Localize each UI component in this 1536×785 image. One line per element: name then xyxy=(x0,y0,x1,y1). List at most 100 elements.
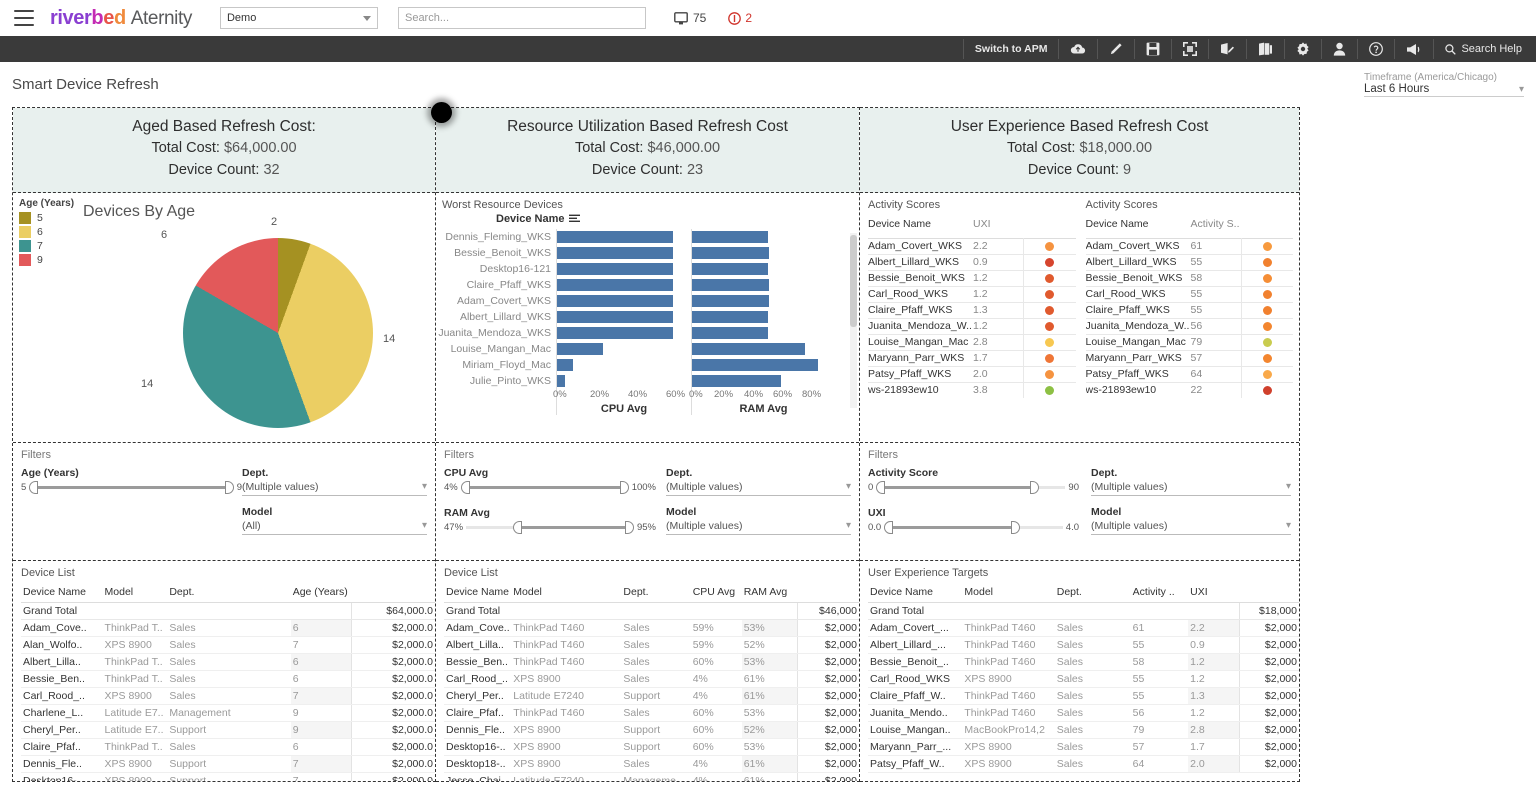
dept-dropdown[interactable]: (Multiple values) ▾ xyxy=(242,481,427,496)
model-filter[interactable]: Model (Multiple values) ▾ xyxy=(1091,506,1291,535)
table-row[interactable]: Albert_Lillard_...ThinkPad T460Sales550.… xyxy=(868,636,1299,653)
table-row[interactable]: Carl_Rood_..XPS 8900Sales7$2,000.0 xyxy=(21,687,435,704)
table-row[interactable]: Dennis_Fle..XPS 8900Support60%52%$2,000 xyxy=(444,721,859,738)
user-icon[interactable] xyxy=(1322,36,1357,62)
table-row[interactable]: Carl_Rood_WKSXPS 8900Sales551.2$2,000 xyxy=(868,670,1299,687)
slider-knob-max[interactable] xyxy=(1011,521,1020,534)
table-row[interactable]: Bessie_Benoit_WKS58 xyxy=(1086,270,1294,286)
search-help-button[interactable]: Search Help xyxy=(1434,36,1536,62)
table-row[interactable]: Claire_Pfaf..ThinkPad T460Sales60%53%$2,… xyxy=(444,704,859,721)
table-row[interactable]: Claire_Pfaff_WKS1.3 xyxy=(868,302,1076,318)
col-device-name[interactable]: Device Name xyxy=(868,586,962,603)
table-row[interactable]: Alan_Wolfo..XPS 8900Sales7$2,000.0 xyxy=(21,636,435,653)
table-row[interactable]: Albert_Lilla..ThinkPad T460Sales59%52%$2… xyxy=(444,636,859,653)
table-row[interactable]: ws-21893ew1022 xyxy=(1086,382,1294,398)
table-row[interactable]: Bessie_Benoit_WKS1.2 xyxy=(868,270,1076,286)
table-row[interactable]: Louise_Mangan_Mac79 xyxy=(1086,334,1294,350)
table-row[interactable]: Albert_Lillard_WKS55 xyxy=(1086,254,1294,270)
table-row[interactable]: Louise_Mangan..MacBookPro14,2Sales792.8$… xyxy=(868,721,1299,738)
col-device-name[interactable]: Device Name xyxy=(1086,218,1191,234)
col-age[interactable]: Age (Years) xyxy=(291,586,435,603)
activity-score-range-slider[interactable]: 0 90 xyxy=(868,481,1079,495)
table-row[interactable]: Louise_Mangan_Mac2.8 xyxy=(868,334,1076,350)
dept-filter[interactable]: Dept. (Multiple values) ▾ xyxy=(1091,467,1291,496)
table-row[interactable]: Juanita_Mendo..ThinkPad T460Sales561.2$2… xyxy=(868,704,1299,721)
tenant-select[interactable]: Demo xyxy=(220,7,378,29)
table-row[interactable]: Claire_Pfaff_WKS55 xyxy=(1086,302,1294,318)
table-row[interactable]: Adam_Cove..ThinkPad T460Sales59%53%$2,00… xyxy=(444,619,859,636)
col-device-name[interactable]: Device Name xyxy=(444,586,511,603)
col-activity-score[interactable]: Activity S.. xyxy=(1191,218,1241,234)
legend-item[interactable]: 7 xyxy=(19,240,74,252)
table-row[interactable]: Dennis_Fle..XPS 8900Support7$2,000.0 xyxy=(21,755,435,772)
slider-track[interactable] xyxy=(876,481,1065,495)
table-row[interactable]: Juanita_Mendoza_W..1.2 xyxy=(868,318,1076,334)
col-model[interactable]: Model xyxy=(962,586,1054,603)
table-row[interactable]: Desktop16-..XPS 8900Support60%53%$2,000 xyxy=(444,738,859,755)
table-row[interactable]: Bessie_Ben..ThinkPad T460Sales60%53%$2,0… xyxy=(444,653,859,670)
dept-dropdown[interactable]: (Multiple values) ▾ xyxy=(666,481,851,496)
chart-scrollbar-thumb[interactable] xyxy=(850,235,857,327)
table-row[interactable]: Carl_Rood_WKS55 xyxy=(1086,286,1294,302)
slider-knob-max[interactable] xyxy=(1030,481,1039,494)
slider-track[interactable] xyxy=(884,521,1063,535)
table-row[interactable]: Desktop16-..XPS 8900Support7$2,000.0 xyxy=(21,772,435,781)
table-row[interactable]: Carl_Rood_..XPS 8900Sales4%61%$2,000 xyxy=(444,670,859,687)
table-row[interactable]: Juanita_Mendoza_W..56 xyxy=(1086,318,1294,334)
legend-item[interactable]: 5 xyxy=(19,212,74,224)
slider-knob-min[interactable] xyxy=(876,481,885,494)
monitor-count-stat[interactable]: 75 xyxy=(674,11,706,25)
col-device-name[interactable]: Device Name xyxy=(21,586,103,603)
dept-filter[interactable]: Dept. (Multiple values) ▾ xyxy=(242,467,427,496)
col-cpu-avg[interactable]: CPU Avg xyxy=(691,586,742,603)
table-row[interactable]: Bessie_Ben..ThinkPad T..Sales6$2,000.0 xyxy=(21,670,435,687)
dept-dropdown[interactable]: (Multiple values) ▾ xyxy=(1091,481,1291,496)
cpu-range-slider[interactable]: 4% 100% xyxy=(444,481,656,495)
legend-item[interactable]: 6 xyxy=(19,226,74,238)
legend-item[interactable]: 9 xyxy=(19,254,74,266)
table-row[interactable]: Maryann_Parr_WKS1.7 xyxy=(868,350,1076,366)
cloud-icon[interactable] xyxy=(1059,36,1097,62)
table-row[interactable]: Patsy_Pfaff_WKS2.0 xyxy=(868,366,1076,382)
pencil-icon[interactable] xyxy=(1098,36,1134,62)
col-model[interactable]: Model xyxy=(511,586,621,603)
col-activity-score[interactable]: Activity .. xyxy=(1131,586,1188,603)
table-row[interactable]: Claire_Pfaf..ThinkPad T..Sales6$2,000.0 xyxy=(21,738,435,755)
bar-chart-col-header[interactable]: Device Name xyxy=(436,213,859,225)
col-uxi[interactable]: UXI xyxy=(973,218,1023,234)
col-uxi[interactable]: UXI xyxy=(1188,586,1299,603)
table-row[interactable]: Desktop18-..XPS 8900Sales4%61%$2,000 xyxy=(444,755,859,772)
search-input[interactable]: Search... xyxy=(398,7,646,29)
switch-to-apm-button[interactable]: Switch to APM xyxy=(964,36,1059,62)
slider-knob-min[interactable] xyxy=(29,481,38,494)
fullscreen-icon[interactable] xyxy=(1172,36,1208,62)
table-row[interactable]: Adam_Cove..ThinkPad T..Sales6$2,000.0 xyxy=(21,619,435,636)
slider-track[interactable] xyxy=(466,521,634,535)
ram-range-slider[interactable]: 47% 95% xyxy=(444,521,656,535)
table-row[interactable]: Jesse_Chai..Latitude E7240Manageme..4%61… xyxy=(444,772,859,781)
slider-knob-min[interactable] xyxy=(513,521,522,534)
age-range-slider[interactable]: 5 9 xyxy=(21,481,242,495)
help-icon[interactable] xyxy=(1358,36,1394,62)
table-row[interactable]: ws-21893ew103.8 xyxy=(868,382,1076,398)
slider-track[interactable] xyxy=(29,481,233,495)
timeframe-value-box[interactable]: Last 6 Hours ▾ xyxy=(1364,83,1524,97)
model-dropdown[interactable]: (Multiple values) ▾ xyxy=(1091,520,1291,535)
save-icon[interactable] xyxy=(1135,36,1171,62)
model-dropdown[interactable]: (Multiple values) ▾ xyxy=(666,520,851,535)
megaphone-icon[interactable] xyxy=(1395,36,1433,62)
table-row[interactable]: Maryann_Parr_WKS57 xyxy=(1086,350,1294,366)
col-dept[interactable]: Dept. xyxy=(167,586,290,603)
col-dept[interactable]: Dept. xyxy=(621,586,690,603)
col-model[interactable]: Model xyxy=(103,586,168,603)
gear-icon[interactable] xyxy=(1285,36,1321,62)
table-row[interactable]: Albert_Lilla..ThinkPad T..Sales6$2,000.0 xyxy=(21,653,435,670)
table-row[interactable]: Maryann_Parr_...XPS 8900Sales571.7$2,000 xyxy=(868,738,1299,755)
slider-knob-min[interactable] xyxy=(461,481,470,494)
dept-filter[interactable]: Dept. (Multiple values) ▾ xyxy=(666,467,851,496)
model-filter[interactable]: Model (Multiple values) ▾ xyxy=(666,506,851,535)
slider-knob-max[interactable] xyxy=(225,481,234,494)
slider-knob-min[interactable] xyxy=(884,521,893,534)
slider-knob-max[interactable] xyxy=(625,521,634,534)
table-row[interactable]: Claire_Pfaff_W..ThinkPad T460Sales551.3$… xyxy=(868,687,1299,704)
